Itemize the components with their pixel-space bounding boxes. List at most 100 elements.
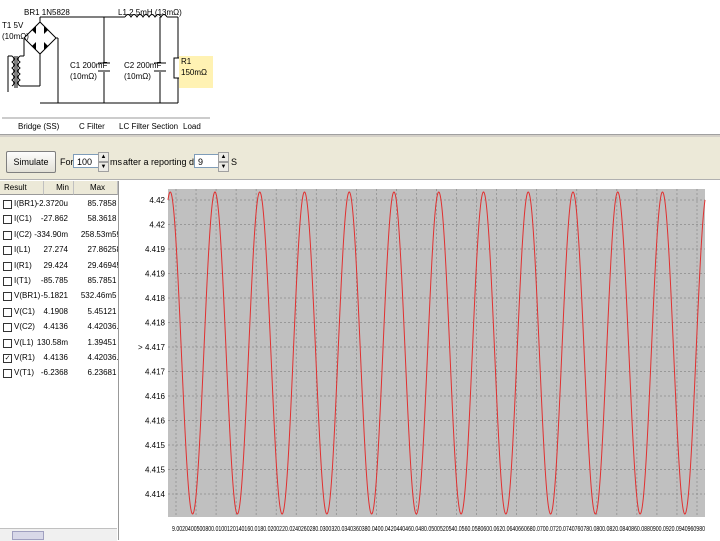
y-tick-label: 4.415 [145, 466, 166, 475]
result-max: 1.3945 [87, 337, 112, 347]
ms-label: ms [110, 157, 122, 167]
circuit-schematic: BR1 1N5828 T1 5V (10mΩ) L1 2.5mH (13mΩ) … [0, 0, 720, 134]
y-cursor-marker: > [138, 343, 143, 352]
section-lc-filter: LC Filter Section [119, 122, 179, 131]
result-max: 27.862 [87, 245, 112, 255]
result-clipped: 1 [112, 306, 117, 316]
result-clipped: 1 [112, 368, 117, 378]
result-min: -334.90m [34, 229, 68, 239]
result-max: 4.4203 [87, 353, 112, 362]
table-row[interactable]: I(C1) -27.862 58.361 8 [0, 212, 118, 227]
row-checkbox[interactable] [3, 369, 12, 379]
c2-label: C2 200mF (10mΩ) [124, 61, 162, 81]
delay-input[interactable]: 9 [194, 154, 219, 168]
y-tick-label: 4.418 [145, 319, 166, 328]
result-clipped: 59 [112, 229, 118, 239]
table-row[interactable]: I(T1) -85.785 85.785 1 [0, 274, 118, 289]
result-min: -2.3720u [36, 199, 68, 208]
result-clipped: 8 [112, 214, 117, 224]
schematic-drawing [2, 14, 210, 119]
row-checkbox[interactable] [3, 277, 12, 286]
result-min: -85.785 [40, 276, 68, 285]
row-checkbox[interactable] [3, 246, 12, 256]
spin-up-icon[interactable]: ▲ [218, 152, 229, 162]
header-result[interactable]: Result [0, 181, 44, 195]
header-min[interactable]: Min [44, 181, 74, 195]
table-row[interactable]: V(L1) 130.58m 1.3945 1 [0, 336, 118, 351]
result-max: 85.785 [87, 276, 112, 285]
spin-down-icon[interactable]: ▼ [98, 162, 109, 172]
y-tick-label: 4.416 [145, 392, 166, 401]
row-checkbox[interactable] [3, 215, 12, 225]
table-row[interactable]: V(T1) -6.2368 6.2368 1 [0, 366, 118, 381]
result-max: 29.469 [87, 260, 112, 270]
waveform-plot: 4.42 4.42 4.419 4.419 4.418 4.418 4.417 4.417 4.… [120, 181, 720, 540]
for-label: For [60, 157, 74, 167]
result-min: -5.1821 [40, 291, 68, 301]
result-clipped: 1 [112, 276, 117, 285]
result-name: V(R1) [14, 353, 35, 362]
result-min: 4.1908 [43, 306, 68, 316]
result-name: I(T1) [14, 276, 31, 285]
row-checkbox[interactable] [3, 200, 12, 209]
result-min: -27.862 [40, 214, 68, 224]
result-name: I(L1) [14, 245, 31, 255]
y-tick-label: 4.42 [149, 196, 165, 205]
table-row[interactable]: V(BR1) -5.1821 532.46m 5 [0, 289, 118, 304]
result-max: 4.4203 [87, 322, 112, 332]
row-checkbox[interactable] [3, 230, 12, 240]
row-checkbox[interactable] [3, 261, 12, 271]
result-clipped: 8 [112, 199, 117, 208]
result-max: 258.53m [80, 229, 112, 239]
section-bridge: Bridge (SS) [18, 122, 60, 131]
header-max[interactable]: Max [74, 181, 118, 195]
table-row[interactable]: I(BR1) -2.3720u 85.785 8 [0, 197, 118, 212]
result-max: 58.361 [87, 214, 112, 224]
transformer-label: T1 5V (10mΩ) [2, 21, 29, 41]
result-clipped: 1 [112, 337, 117, 347]
row-checkbox[interactable] [3, 338, 12, 348]
table-row[interactable]: V(C1) 4.1908 5.4512 1 [0, 305, 118, 320]
result-min: 130.58m [36, 337, 68, 347]
result-max: 85.785 [87, 199, 112, 208]
s-label: S [231, 157, 238, 167]
result-clipped: 6.7 [112, 322, 119, 332]
result-name: I(BR1) [14, 199, 38, 208]
table-row[interactable]: I(L1) 27.274 27.86258 [0, 243, 118, 258]
result-name: I(C2) [14, 229, 32, 239]
spin-down-icon[interactable]: ▼ [218, 162, 229, 172]
table-row[interactable]: I(R1) 29.424 29.46945 [0, 259, 118, 274]
duration-spinner[interactable]: ▲ ▼ [98, 152, 109, 172]
result-name: V(BR1) [14, 291, 41, 301]
inductor-label: L1 2.5mH (13mΩ) [118, 8, 182, 17]
duration-input[interactable]: 100 [73, 154, 99, 168]
result-name: V(C2) [14, 322, 35, 332]
result-name: V(L1) [14, 337, 34, 347]
result-min: 29.424 [43, 260, 68, 270]
y-tick-label: 4.419 [145, 270, 166, 279]
scroll-thumb[interactable] [12, 531, 44, 540]
result-max: 532.46m [80, 291, 112, 301]
row-checkbox[interactable] [3, 307, 12, 317]
table-row[interactable]: ✓V(R1) 4.4136 4.42036.7 [0, 351, 118, 366]
y-tick-label: 4.418 [145, 294, 166, 303]
y-tick-label: 4.417 [145, 368, 166, 377]
result-min: -6.2368 [40, 368, 68, 378]
bridge-label: BR1 1N5828 [24, 8, 70, 17]
row-checkbox[interactable] [3, 292, 12, 302]
simulate-button[interactable]: Simulate [6, 151, 56, 173]
result-min: 27.274 [43, 245, 68, 255]
plot-canvas: 4.42 4.42 4.419 4.419 4.418 4.418 4.417 4.417 4.… [138, 189, 706, 533]
result-clipped: 45 [112, 260, 118, 270]
row-checkbox[interactable] [3, 323, 12, 333]
results-scrollbar[interactable] [0, 528, 117, 541]
result-name: I(R1) [14, 260, 32, 270]
y-tick-label: 4.419 [145, 245, 166, 254]
c1-label: C1 200mF (10mΩ) [70, 61, 108, 81]
simulation-toolbar: Simulate For 100 ▲ ▼ ms after a reporting… [0, 137, 720, 180]
delay-spinner[interactable]: ▲ ▼ [218, 152, 229, 172]
table-row[interactable]: I(C2)-334.90m 258.53m59 [0, 228, 118, 243]
table-row[interactable]: V(C2) 4.4136 4.42036.7 [0, 320, 118, 335]
row-checkbox[interactable]: ✓ [3, 354, 12, 363]
spin-up-icon[interactable]: ▲ [98, 152, 109, 162]
